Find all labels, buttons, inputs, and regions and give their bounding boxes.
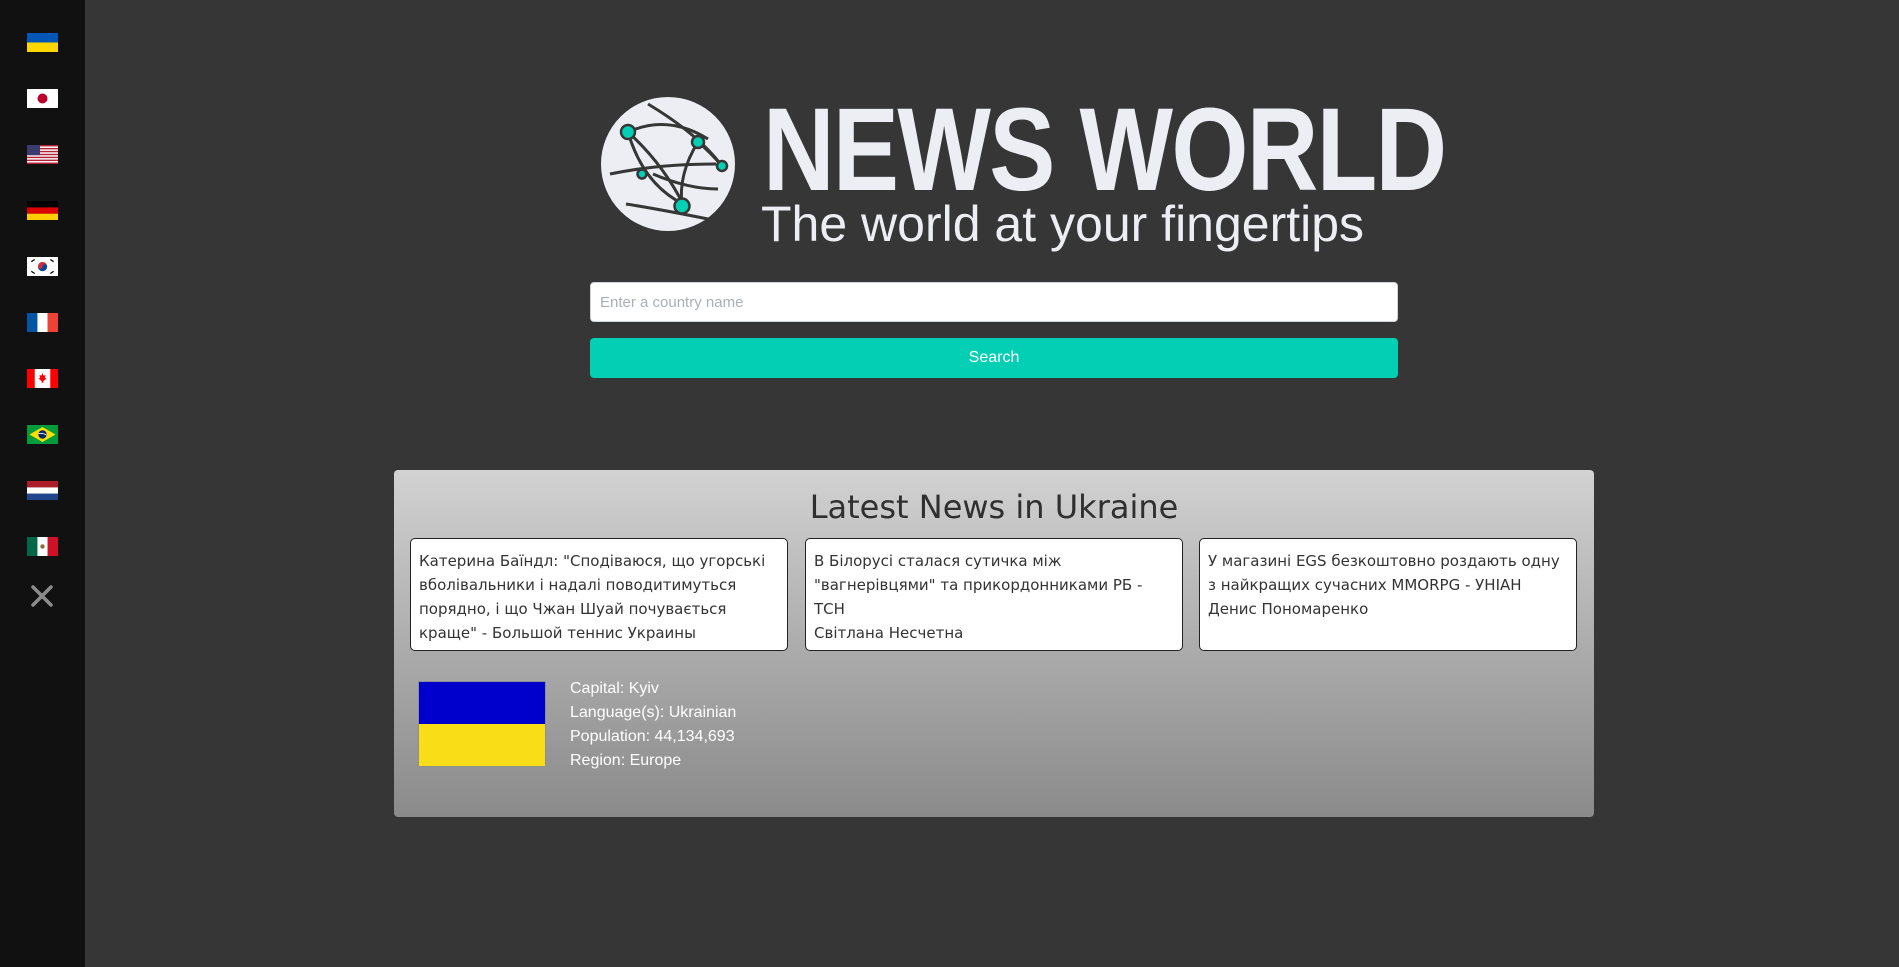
site-logo[interactable]: NEWS WORLD The world at your fingertips	[598, 84, 1447, 252]
mexico-flag-icon	[27, 537, 58, 556]
country-info: Capital: Kyiv Language(s): Ukrainian Pop…	[570, 677, 736, 773]
sidebar-flag-brazil[interactable]	[27, 425, 58, 444]
country-languages: Language(s): Ukrainian	[570, 704, 737, 721]
news-author: Денис Пономаренко	[1208, 600, 1369, 618]
country-region: Region: Europe	[570, 752, 682, 769]
close-icon	[31, 585, 53, 607]
brazil-flag-icon	[27, 425, 58, 444]
japan-flag-icon	[27, 89, 58, 108]
brand-tagline: The world at your fingertips	[761, 196, 1365, 252]
news-card[interactable]: У магазині EGS безкоштовно роздають одну…	[1199, 538, 1577, 651]
sidebar-flag-south-korea[interactable]	[27, 257, 58, 276]
news-panel-title: Latest News in Ukraine	[809, 488, 1179, 526]
canada-flag-icon	[27, 369, 58, 388]
germany-flag-icon	[27, 201, 58, 220]
news-headline: Катерина Баїндл: "Сподіваюся, що угорськ…	[419, 552, 766, 642]
sidebar	[0, 0, 85, 967]
news-headline: В Білорусі сталася сутичка між "вагнерів…	[814, 552, 1143, 618]
sidebar-flag-mexico[interactable]	[27, 537, 58, 556]
sidebar-flag-france[interactable]	[27, 313, 58, 332]
netherlands-flag-icon	[27, 481, 58, 500]
news-panel: Latest News in Ukraine Катерина Баїндл: …	[394, 470, 1594, 817]
south-korea-flag-icon	[27, 257, 58, 276]
sidebar-flag-germany[interactable]	[27, 201, 58, 220]
close-sidebar-button[interactable]	[29, 583, 55, 609]
sidebar-flag-canada[interactable]	[27, 369, 58, 388]
country-capital: Capital: Kyiv	[570, 680, 659, 697]
sidebar-flag-japan[interactable]	[27, 89, 58, 108]
usa-flag-icon	[27, 145, 58, 164]
sidebar-flag-usa[interactable]	[27, 145, 58, 164]
search-button[interactable]: Search	[590, 338, 1398, 378]
news-card[interactable]: В Білорусі сталася сутичка між "вагнерів…	[805, 538, 1183, 651]
sidebar-flag-ukraine[interactable]	[27, 33, 58, 52]
france-flag-icon	[27, 313, 58, 332]
news-headline: У магазині EGS безкоштовно роздають одну…	[1208, 552, 1560, 594]
country-population: Population: 44,134,693	[570, 728, 735, 745]
country-search-input[interactable]	[590, 282, 1398, 322]
country-flag-image	[418, 681, 546, 767]
sidebar-flag-netherlands[interactable]	[27, 481, 58, 500]
news-author: Світлана Несчетна	[814, 624, 964, 642]
ukraine-flag-icon	[27, 33, 58, 52]
globe-network-icon	[601, 97, 735, 231]
news-card[interactable]: Катерина Баїндл: "Сподіваюся, що угорськ…	[410, 538, 788, 651]
